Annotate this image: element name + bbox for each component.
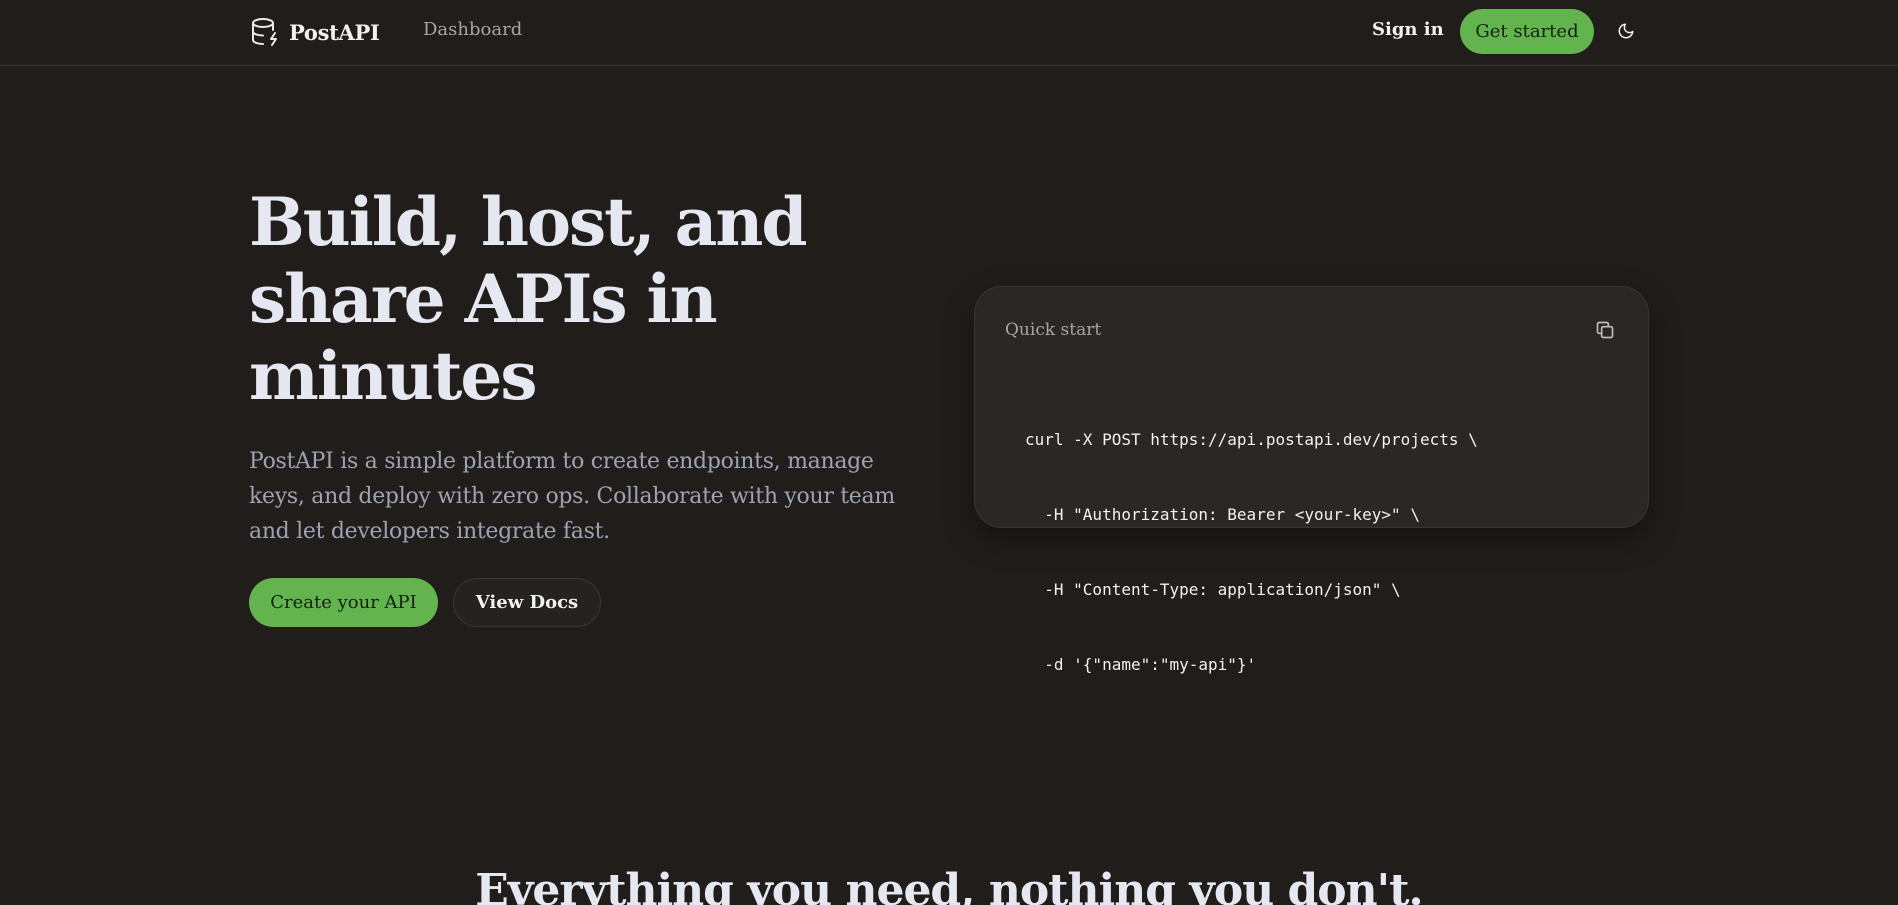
quick-start-card: Quick start curl -X POST https://api.pos… bbox=[974, 286, 1649, 674]
quick-start-title: Quick start bbox=[1005, 320, 1102, 340]
get-started-button[interactable]: Get started bbox=[1460, 9, 1594, 54]
hero-description: PostAPI is a simple platform to create e… bbox=[249, 449, 895, 544]
brand-logo-link[interactable]: PostAPI bbox=[249, 16, 380, 48]
sign-in-link[interactable]: Sign in bbox=[1372, 19, 1444, 40]
code-line: curl -X POST https://api.postapi.dev/pro… bbox=[1025, 430, 1478, 449]
hero-title: Build, host, and share APIs in minutes bbox=[249, 183, 808, 415]
code-line: -H "Authorization: Bearer <your-key>" \ bbox=[1025, 505, 1420, 524]
code-line: -H "Content-Type: application/json" \ bbox=[1025, 580, 1401, 599]
copy-icon bbox=[1596, 321, 1614, 339]
theme-toggle-button[interactable] bbox=[1615, 19, 1637, 43]
database-bolt-icon bbox=[252, 18, 277, 46]
code-line: -d '{"name":"my-api"}' bbox=[1025, 655, 1257, 674]
code-snippet: curl -X POST https://api.postapi.dev/pro… bbox=[1025, 377, 1478, 727]
top-navigation: PostAPI Dashboard Sign in Get started bbox=[0, 0, 1898, 66]
view-docs-button[interactable]: View Docs bbox=[453, 578, 601, 627]
create-api-button[interactable]: Create your API bbox=[249, 578, 438, 627]
nav-link-dashboard[interactable]: Dashboard bbox=[423, 19, 522, 40]
moon-icon bbox=[1618, 23, 1634, 39]
brand-name: PostAPI bbox=[289, 19, 380, 45]
copy-code-button[interactable] bbox=[1594, 319, 1616, 341]
features-heading: Everything you need, nothing you don't. bbox=[475, 865, 1423, 905]
